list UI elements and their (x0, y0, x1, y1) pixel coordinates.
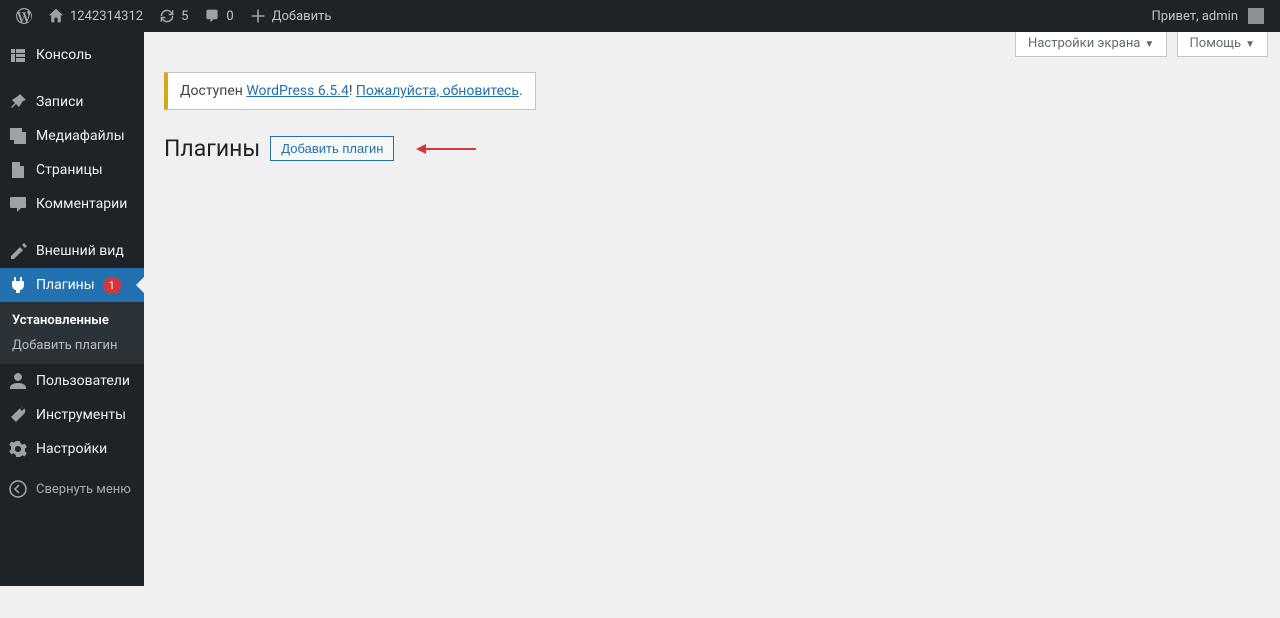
media-icon (8, 126, 28, 146)
appearance-icon (8, 241, 28, 261)
comment-icon (204, 8, 220, 24)
update-icon (159, 8, 175, 24)
sidebar-item-tools: Инструменты (0, 398, 144, 432)
page-icon (8, 160, 28, 180)
dashboard-icon (8, 45, 28, 65)
avatar (1248, 8, 1264, 24)
sidebar-item-appearance: Внешний вид (0, 234, 144, 268)
tools-icon (8, 405, 28, 425)
wp-version-link[interactable]: WordPress 6.5.4 (246, 83, 348, 99)
page-header: Плагины Добавить плагин (164, 135, 1260, 162)
users-icon (8, 371, 28, 391)
comments-icon (8, 194, 28, 214)
sidebar-item-label: Записи (36, 94, 84, 110)
my-account-menu[interactable]: Привет, admin (1143, 0, 1272, 32)
sidebar-item-media: Медиафайлы (0, 119, 144, 153)
sidebar-item-users: Пользователи (0, 364, 144, 398)
site-name-menu[interactable]: 1242314312 (40, 0, 151, 32)
plugin-icon (8, 275, 28, 295)
add-plugin-button[interactable]: Добавить плагин (270, 136, 394, 161)
comments-count: 0 (226, 9, 233, 24)
updates-count: 5 (181, 9, 188, 24)
updates-menu[interactable]: 5 (151, 0, 196, 32)
submenu-plugins: Установленные Добавить плагин (0, 302, 144, 364)
sidebar-item-comments: Комментарии (0, 187, 144, 221)
sidebar-item-settings: Настройки (0, 432, 144, 466)
sidebar-collapse: Свернуть меню (0, 472, 144, 506)
sidebar-item-label: Настройки (36, 441, 107, 457)
wp-logo-menu[interactable] (8, 0, 40, 32)
greeting-text: Привет, admin (1151, 9, 1238, 24)
collapse-label: Свернуть меню (36, 482, 131, 497)
admin-bar-right: Привет, admin (1143, 0, 1272, 32)
notice-suffix: . (519, 83, 523, 99)
sidebar-item-label: Медиафайлы (36, 128, 125, 144)
screen-options-button[interactable]: Настройки экрана▼ (1015, 32, 1167, 57)
settings-icon (8, 439, 28, 459)
pin-icon (8, 92, 28, 112)
chevron-down-icon: ▼ (1245, 39, 1255, 50)
sidebar-item-pages: Страницы (0, 153, 144, 187)
site-name: 1242314312 (70, 9, 143, 24)
sidebar: Консоль Записи Медиафайлы Страницы (0, 32, 144, 586)
help-button[interactable]: Помощь▼ (1177, 32, 1268, 57)
sidebar-item-label: Плагины (36, 277, 95, 293)
new-content-menu[interactable]: Добавить (242, 0, 340, 32)
sidebar-item-posts: Записи (0, 85, 144, 119)
update-notice: Доступен WordPress 6.5.4! Пожалуйста, об… (164, 72, 536, 110)
notice-prefix: Доступен (180, 83, 246, 99)
sidebar-item-label: Комментарии (36, 196, 127, 212)
sidebar-item-label: Консоль (36, 47, 92, 63)
admin-bar-left: 1242314312 5 0 Добавить (8, 0, 339, 32)
sidebar-item-dashboard: Консоль (0, 38, 144, 72)
update-badge: 1 (103, 277, 121, 294)
chevron-down-icon: ▼ (1144, 39, 1154, 50)
main-wrap: Доступен WordPress 6.5.4! Пожалуйста, об… (164, 67, 1260, 162)
comments-menu[interactable]: 0 (196, 0, 241, 32)
new-content-label: Добавить (272, 9, 332, 24)
arrow-annotation (416, 142, 476, 156)
screen-meta-links: Настройки экрана▼ Помощь▼ (144, 32, 1280, 57)
sidebar-item-label: Инструменты (36, 407, 126, 423)
update-link[interactable]: Пожалуйста, обновитесь (356, 83, 519, 99)
collapse-icon (8, 479, 28, 499)
wordpress-icon (16, 8, 32, 24)
submenu-add-plugin[interactable]: Добавить плагин (0, 333, 144, 358)
sidebar-item-label: Страницы (36, 162, 103, 178)
plus-icon (250, 8, 266, 24)
admin-bar: 1242314312 5 0 Добавить Привет, admin (0, 0, 1280, 32)
sidebar-menu: Консоль Записи Медиафайлы Страницы (0, 32, 144, 506)
submenu-installed[interactable]: Установленные (0, 308, 144, 333)
content: Настройки экрана▼ Помощь▼ Доступен WordP… (144, 32, 1280, 162)
sidebar-item-label: Пользователи (36, 373, 130, 389)
sidebar-item-plugins: Плагины 1 (0, 268, 144, 302)
sidebar-item-label: Внешний вид (36, 243, 124, 259)
page-title: Плагины (164, 135, 260, 162)
home-icon (48, 8, 64, 24)
notice-sep: ! (349, 83, 356, 99)
